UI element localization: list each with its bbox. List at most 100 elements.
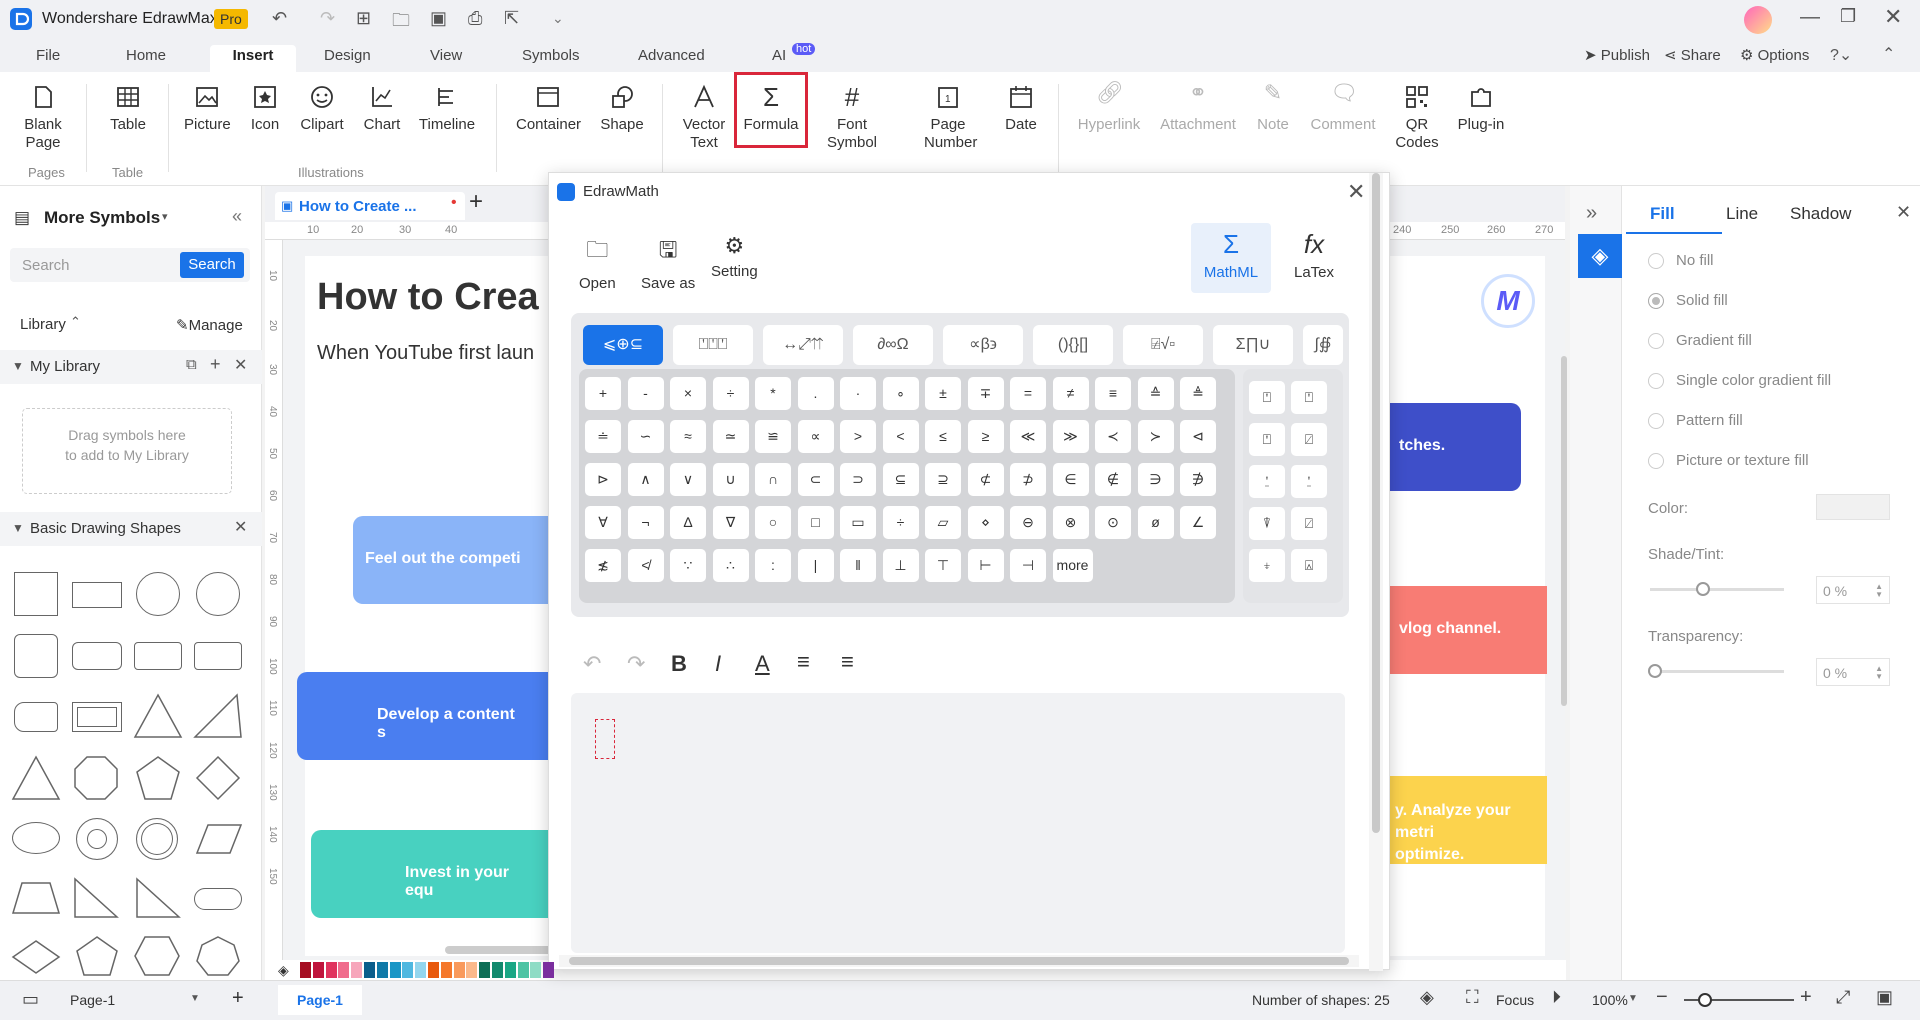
zoom-out-icon[interactable]: − — [1656, 986, 1668, 1009]
frame-shape[interactable] — [72, 702, 122, 732]
basic-shapes-header[interactable]: ▼ Basic Drawing Shapes ✕ — [0, 512, 262, 546]
symbol-key[interactable]: ≥ — [967, 420, 1004, 453]
symbol-key[interactable]: ‖ — [840, 549, 876, 582]
symbol-key[interactable]: ∵ — [670, 549, 706, 582]
symbol-key[interactable]: ≫ — [1052, 420, 1089, 453]
ellipse-shape[interactable] — [12, 822, 60, 854]
symbol-key[interactable]: ⊣ — [1010, 549, 1046, 582]
close-icon[interactable]: ✕ — [234, 517, 247, 537]
save-icon[interactable]: ▣ — [430, 8, 447, 29]
symbol-key[interactable]: ∩ — [755, 463, 791, 496]
ring-shape[interactable] — [76, 818, 118, 860]
rounded-square-shape[interactable] — [14, 634, 58, 678]
symbol-key[interactable]: ⊳ — [585, 463, 621, 496]
shade-slider-handle[interactable] — [1696, 582, 1710, 596]
symbol-key[interactable]: ⊢ — [967, 549, 1004, 582]
tab-home[interactable]: Home — [112, 45, 180, 71]
page-select[interactable]: Page-1 — [70, 992, 115, 1008]
play-icon[interactable]: ⏵ — [1552, 987, 1561, 1008]
fill-option-single-gradient[interactable]: Single color gradient fill — [1648, 372, 1831, 390]
symbol-category-tab[interactable]: ⩽⊕⊆ — [583, 325, 663, 365]
symbol-key[interactable]: ∨ — [670, 463, 706, 496]
redo-icon[interactable]: ↷ — [627, 651, 645, 677]
symbol-key[interactable]: ø — [1137, 506, 1174, 539]
color-swatch[interactable] — [479, 962, 491, 978]
color-swatch[interactable] — [364, 962, 375, 978]
symbol-key[interactable]: ∆ — [670, 506, 706, 539]
chevron-down-icon[interactable]: ▼ — [190, 993, 200, 1004]
shade-input[interactable]: 0 % ▲ ▼ — [1816, 576, 1890, 604]
chevron-down-icon[interactable]: ▾ — [162, 210, 168, 223]
date-button[interactable]: Date — [1002, 80, 1040, 134]
collapse-panel-icon[interactable]: « — [232, 206, 242, 227]
symbol-key[interactable]: ∉ — [1095, 463, 1131, 496]
accent-key[interactable]: ⍁ — [1291, 507, 1327, 540]
fullscreen-icon[interactable]: ▣ — [1876, 987, 1893, 1008]
tab-symbols[interactable]: Symbols — [508, 45, 594, 71]
octagon-shape[interactable] — [72, 754, 120, 802]
color-swatch[interactable] — [530, 962, 542, 978]
symbol-key[interactable]: ⊂ — [797, 463, 834, 496]
fill-option-solid-fill[interactable]: Solid fill — [1648, 292, 1728, 310]
accent-key[interactable]: ⍓ — [1291, 549, 1327, 582]
symbol-category-tab[interactable]: ∝β϶ — [943, 325, 1023, 365]
symbol-key[interactable]: * — [755, 377, 791, 410]
heptagon-shape[interactable] — [194, 934, 242, 978]
zoom-in-icon[interactable]: + — [1800, 986, 1812, 1009]
symbol-key[interactable]: ⊅ — [1010, 463, 1046, 496]
fit-page-icon[interactable]: ⤢ — [1836, 987, 1850, 1008]
circle-shape[interactable] — [136, 572, 180, 616]
color-picker[interactable] — [1816, 494, 1890, 520]
symbol-key[interactable]: ÷ — [712, 377, 749, 410]
symbol-key[interactable]: . — [797, 377, 834, 410]
symbol-key[interactable]: ≡ — [1095, 377, 1131, 410]
triangle-shape[interactable] — [132, 692, 184, 740]
export-icon[interactable]: ⇱ — [504, 8, 519, 29]
symbol-key[interactable]: ≐ — [585, 420, 621, 453]
accent-key[interactable]: ⍞ — [1249, 381, 1285, 414]
icon-button[interactable]: Icon — [250, 80, 280, 134]
formula-cursor-placeholder[interactable] — [595, 719, 615, 759]
rectangle-shape[interactable] — [72, 582, 122, 608]
quick-access-dropdown-icon[interactable]: ⌄ — [552, 10, 564, 27]
close-window-icon[interactable]: ✕ — [1884, 4, 1902, 30]
page-layout-icon[interactable]: ▭ — [22, 989, 39, 1010]
accent-key[interactable]: ⍞ — [1291, 381, 1327, 414]
symbol-key[interactable]: ∈ — [1052, 463, 1089, 496]
layers-icon[interactable]: ◈ — [1420, 987, 1434, 1008]
undo-icon[interactable]: ↶ — [583, 651, 601, 677]
doc-tab[interactable]: ▣ How to Create ... • — [275, 192, 465, 220]
color-swatch[interactable] — [338, 962, 350, 978]
tab-insert[interactable]: Insert — [210, 45, 296, 73]
formula-editor[interactable] — [571, 693, 1345, 953]
redo-icon[interactable]: ↷ — [320, 8, 335, 29]
symbol-key[interactable]: · — [840, 377, 876, 410]
page-heading[interactable]: How to Crea — [317, 276, 539, 319]
expand-panel-icon[interactable]: » — [1586, 202, 1597, 225]
collapse-ribbon-icon[interactable]: ⌃ — [1882, 44, 1895, 64]
help-icon[interactable]: ?⌄ — [1830, 45, 1852, 65]
align-left-icon[interactable]: ≡ — [797, 649, 810, 675]
symbol-key[interactable]: ± — [925, 377, 961, 410]
symbol-key[interactable]: □ — [797, 506, 834, 539]
tab-design[interactable]: Design — [310, 45, 385, 71]
symbol-key[interactable]: ∓ — [967, 377, 1004, 410]
table-button[interactable]: Table — [108, 80, 148, 134]
symbol-key[interactable]: ≻ — [1137, 420, 1174, 453]
symbol-key[interactable]: ⋄ — [967, 506, 1004, 539]
save-as-button[interactable]: 🖫 Save as — [641, 233, 695, 292]
symbol-key[interactable]: ∘ — [882, 377, 919, 410]
page-tab[interactable]: Page-1 — [278, 985, 362, 1015]
symbol-key[interactable]: : — [755, 549, 791, 582]
rounded-rectangle-shape[interactable] — [134, 642, 182, 670]
symbol-key[interactable]: ∝ — [797, 420, 834, 453]
trapezoid-shape[interactable] — [10, 880, 62, 916]
font-color-icon[interactable]: A — [755, 651, 770, 677]
pentagon-shape[interactable] — [74, 934, 120, 978]
restore-icon[interactable]: ❐ — [1840, 6, 1856, 27]
symbol-category-tab[interactable]: Σ∏∪ — [1213, 325, 1293, 365]
page-number-button[interactable]: 1 Page Number — [924, 80, 977, 152]
symbol-key[interactable]: ⊇ — [925, 463, 961, 496]
align-right-icon[interactable]: ≡ — [841, 649, 854, 675]
symbol-key[interactable]: = — [1010, 377, 1046, 410]
